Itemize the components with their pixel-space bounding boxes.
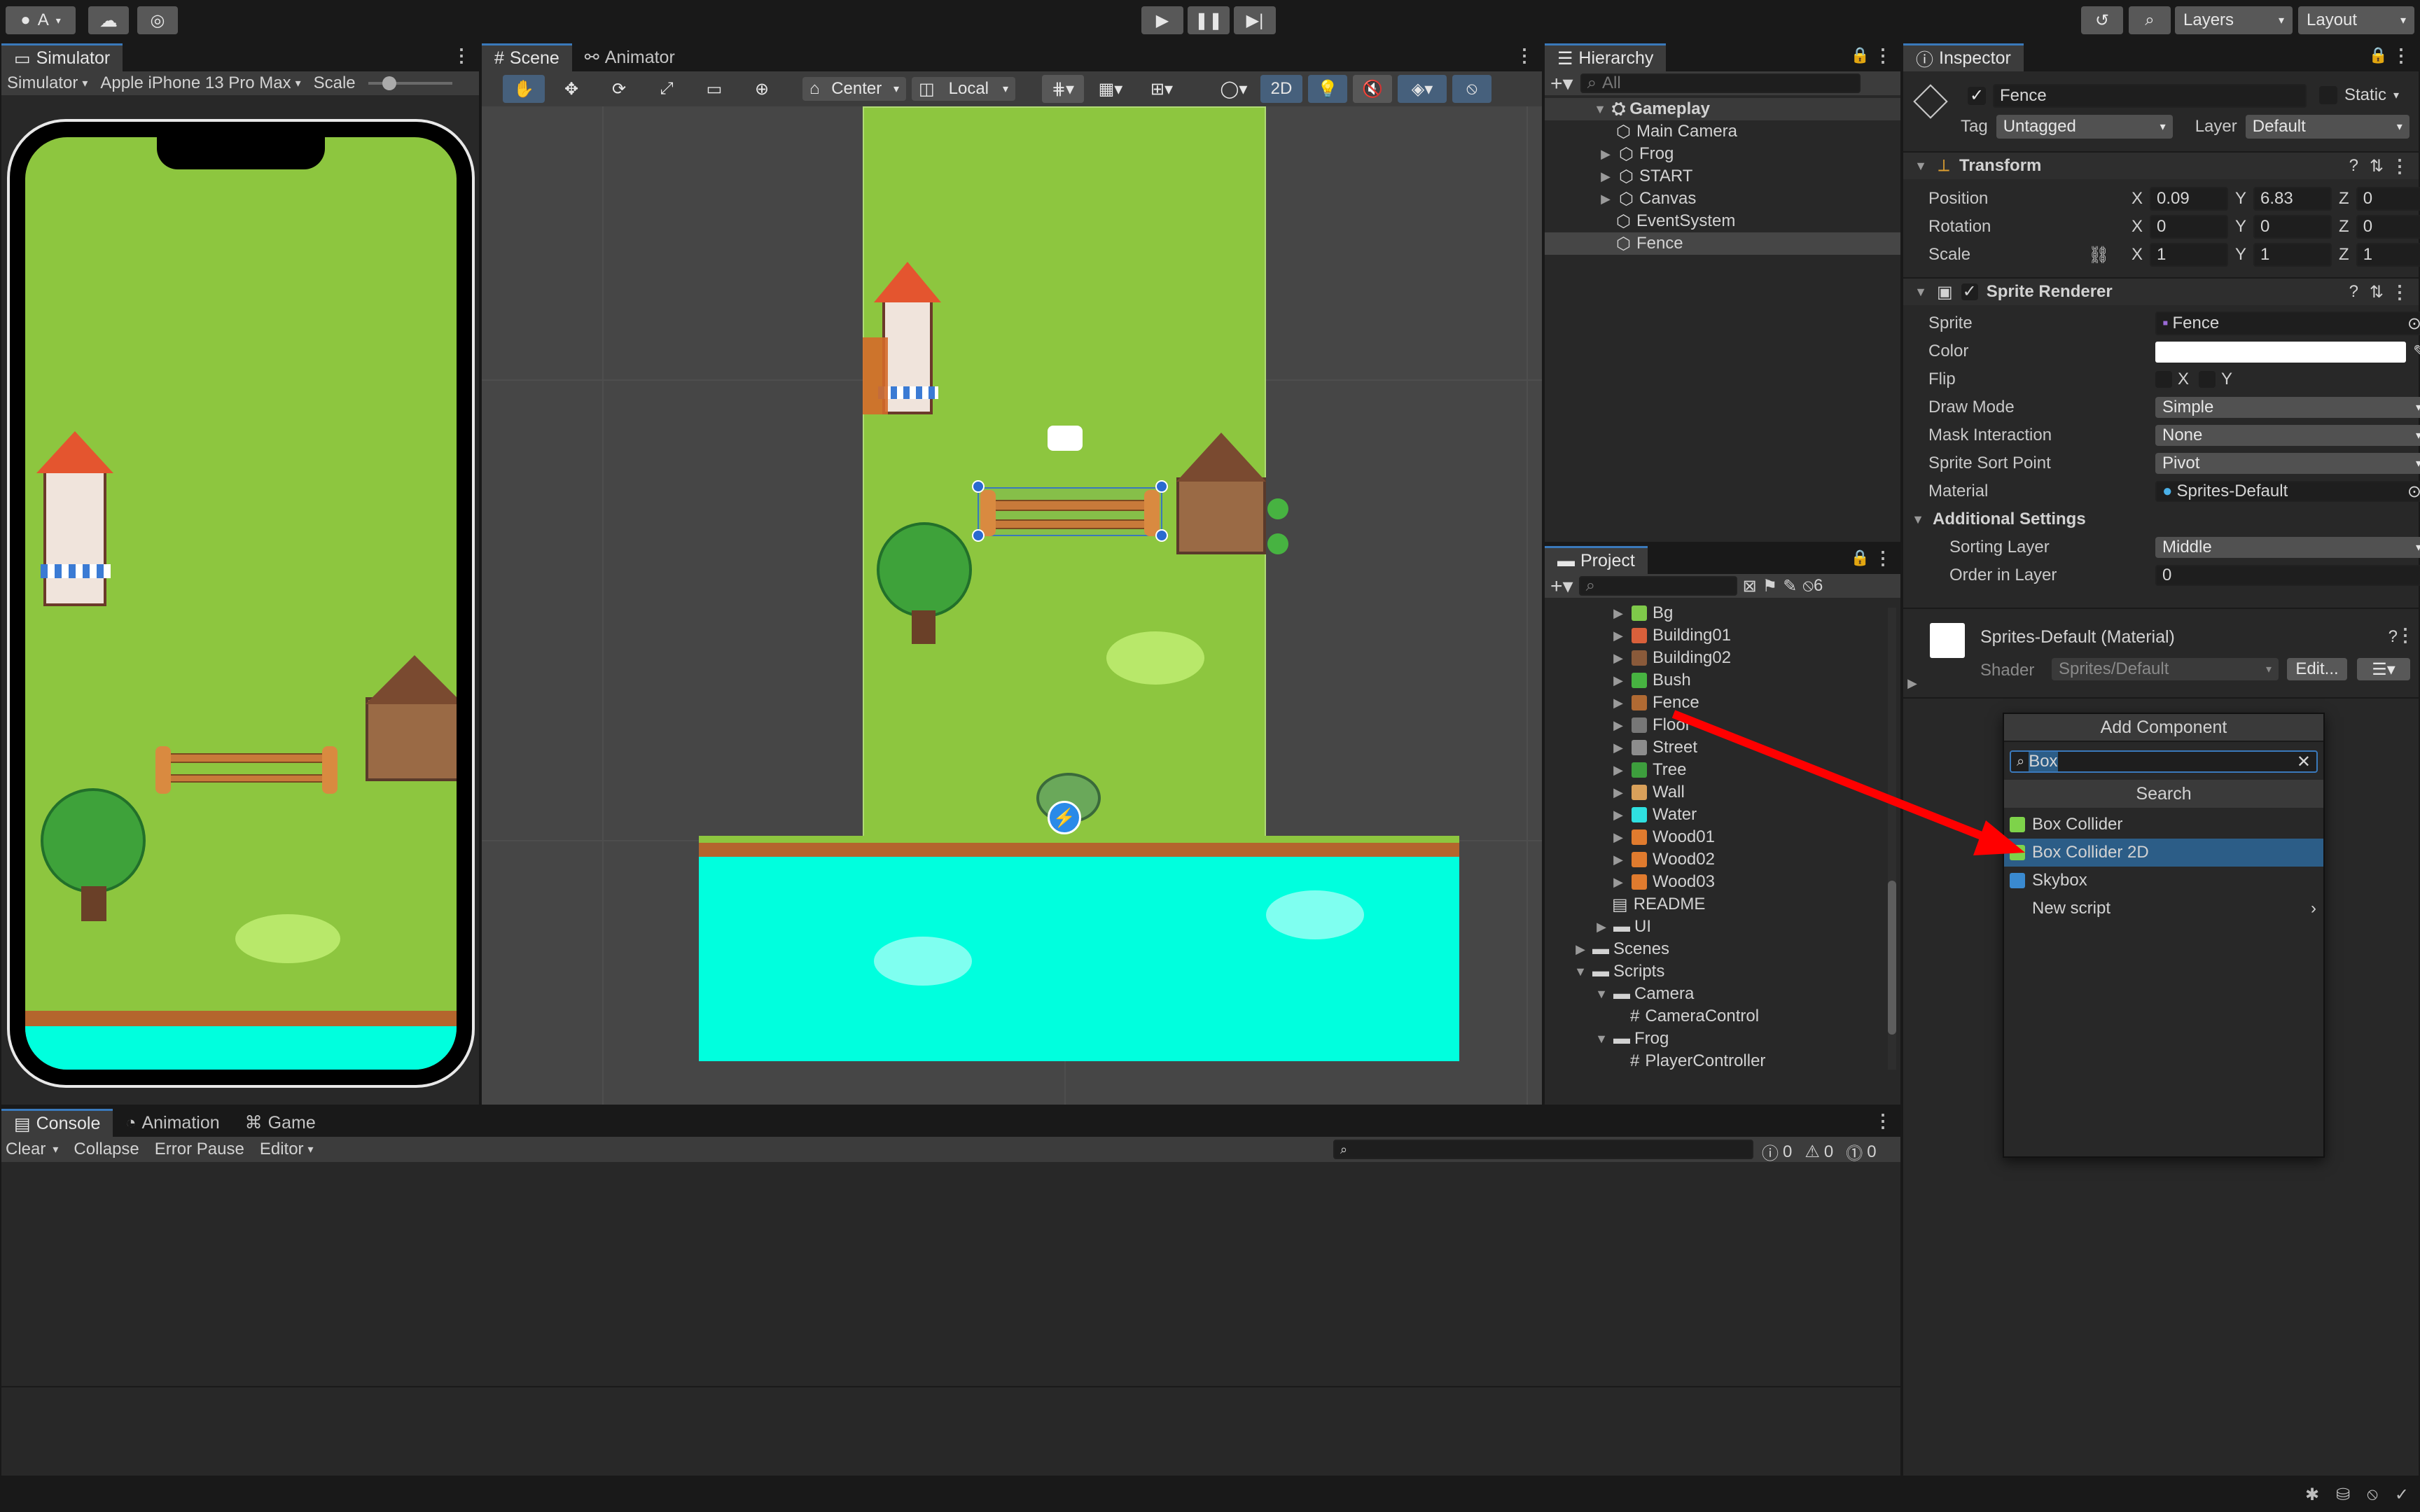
tab-game[interactable]: ⌘ Game — [232, 1109, 328, 1137]
info-count-toggle[interactable]: ⓘ 0 — [1762, 1140, 1792, 1164]
console-tabbar: ▤ Console ◔ Animation ⌘ Game ⋮ — [1, 1107, 1900, 1137]
game-icon: ⌘ — [244, 1113, 263, 1133]
clear-button[interactable]: Clear ▾ — [6, 1140, 58, 1159]
debug-icon[interactable]: ✱ — [2305, 1485, 2319, 1505]
console-toolbar: Clear ▾ Collapse Error Pause Editor ▾ ⌕ ⓘ 0… — [1, 1137, 1900, 1164]
status-bar: ✱ ⛁ ⦸ ✓ — [0, 1477, 2420, 1512]
check-icon[interactable]: ✓ — [2395, 1485, 2409, 1505]
collapse-toggle[interactable]: Collapse — [74, 1140, 139, 1159]
tab-animation[interactable]: ◔ Animation — [113, 1109, 232, 1137]
more-options-icon[interactable]: ⋮ — [1874, 1110, 1892, 1132]
console-search-input[interactable]: ⌕ — [1333, 1140, 1753, 1159]
console-counts: ⓘ 0 ⚠ 0 ⓵0 — [1762, 1140, 1877, 1164]
search-icon: ⌕ — [1340, 1142, 1348, 1156]
tab-console[interactable]: ▤ Console — [1, 1109, 113, 1137]
render-pipeline-icon[interactable]: ⛁ — [2336, 1485, 2350, 1505]
warning-icon: ⚠ — [1804, 1142, 1820, 1161]
console-log-area[interactable] — [1, 1163, 1900, 1387]
animation-icon: ◔ — [125, 1112, 137, 1133]
warning-count-toggle[interactable]: ⚠ 0 — [1804, 1142, 1833, 1162]
editor-dropdown[interactable]: Editor ▾ — [260, 1140, 314, 1159]
info-icon: ⓘ — [1762, 1144, 1779, 1163]
console-panel: ▤ Console ◔ Animation ⌘ Game ⋮ Clear ▾ Colla… — [0, 1106, 1902, 1477]
network-icon[interactable]: ⦸ — [2367, 1485, 2378, 1504]
chevron-down-icon[interactable]: ▾ — [53, 1142, 58, 1156]
error-icon: ⓵ — [1846, 1144, 1863, 1163]
error-count-toggle[interactable]: ⓵0 — [1846, 1140, 1876, 1164]
console-icon: ▤ — [14, 1114, 31, 1134]
error-pause-toggle[interactable]: Error Pause — [155, 1140, 244, 1159]
